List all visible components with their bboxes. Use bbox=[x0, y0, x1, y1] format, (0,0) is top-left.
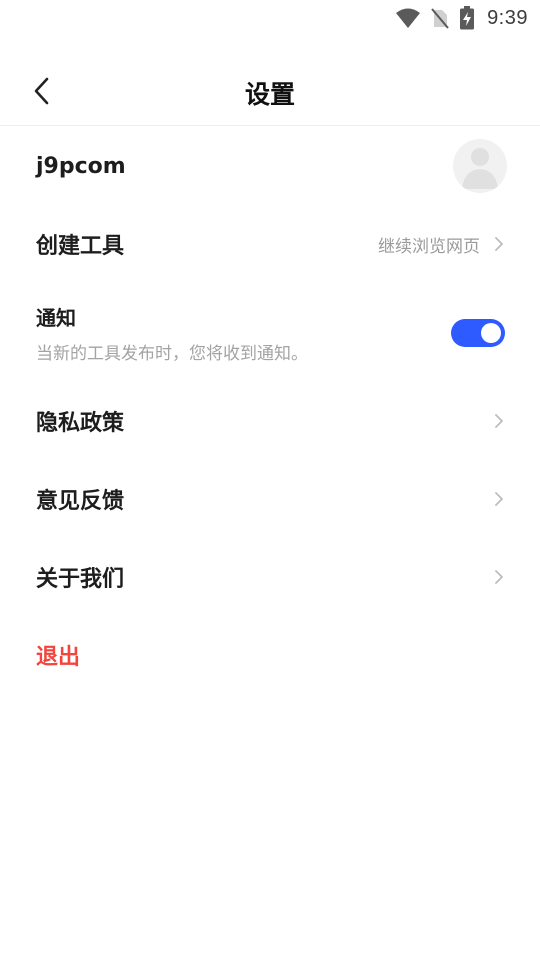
chevron-right-icon bbox=[494, 236, 504, 252]
chevron-right-icon bbox=[494, 569, 504, 585]
about-us-row[interactable]: 关于我们 bbox=[0, 538, 540, 616]
chevron-left-icon bbox=[33, 77, 51, 109]
app-header: 设置 bbox=[0, 60, 540, 126]
page-title: 设置 bbox=[244, 79, 295, 109]
toggle-knob bbox=[481, 323, 501, 343]
default-avatar-icon bbox=[453, 139, 507, 193]
no-sim-icon bbox=[431, 7, 449, 29]
status-time: 9:39 bbox=[487, 6, 528, 29]
username-label: j9pcom bbox=[36, 153, 126, 179]
privacy-policy-label: 隐私政策 bbox=[36, 411, 125, 436]
notification-label: 通知 bbox=[36, 306, 76, 330]
privacy-policy-row[interactable]: 隐私政策 bbox=[0, 382, 540, 460]
chevron-right-icon bbox=[494, 491, 504, 507]
back-button[interactable] bbox=[22, 73, 62, 113]
feedback-row[interactable]: 意见反馈 bbox=[0, 460, 540, 538]
create-tool-label: 创建工具 bbox=[36, 234, 125, 259]
status-bar: 9:39 bbox=[0, 0, 540, 36]
battery-charging-icon bbox=[459, 6, 475, 30]
feedback-label: 意见反馈 bbox=[36, 489, 125, 514]
notification-toggle[interactable] bbox=[451, 319, 505, 347]
notification-row: 通知 当新的工具发布时，您将收到通知。 bbox=[0, 290, 540, 376]
avatar[interactable] bbox=[453, 139, 507, 193]
about-us-label: 关于我们 bbox=[36, 567, 125, 592]
settings-screen: 9:39 设置 j9pcom 创建工具 继续浏览网页 通知 当新的工具发布时，您… bbox=[0, 0, 540, 960]
logout-button[interactable]: 退出 bbox=[36, 639, 80, 671]
create-tool-row[interactable]: 创建工具 继续浏览网页 bbox=[0, 205, 540, 283]
wifi-icon bbox=[395, 7, 421, 29]
profile-row[interactable]: j9pcom bbox=[0, 127, 540, 205]
create-tool-hint: 继续浏览网页 bbox=[378, 236, 480, 257]
notification-description: 当新的工具发布时，您将收到通知。 bbox=[36, 344, 308, 364]
chevron-right-icon bbox=[494, 413, 504, 429]
logout-row[interactable]: 退出 bbox=[0, 616, 540, 694]
